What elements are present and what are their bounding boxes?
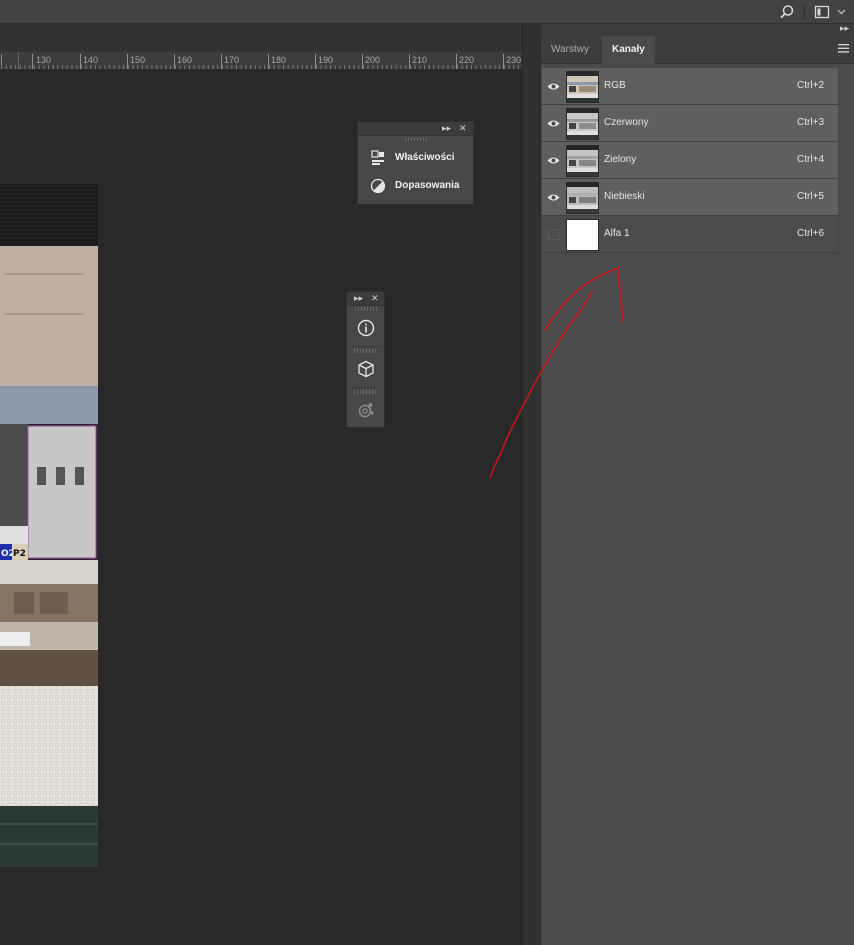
tab-channels[interactable]: Kanały (602, 36, 655, 64)
ruler-label: 160 (177, 55, 193, 65)
channel-thumbnail (566, 145, 599, 177)
channel-shortcut: Ctrl+3 (797, 117, 824, 128)
panel-header[interactable]: ▸▸ ✕ (347, 292, 384, 306)
ruler-label: 130 (36, 55, 52, 65)
visibility-eye-icon[interactable] (542, 179, 564, 215)
vertical-scrollbar[interactable] (522, 24, 541, 945)
channel-row-green[interactable]: Zielony Ctrl+4 (542, 142, 838, 179)
channel-thumbnail (566, 71, 599, 103)
panel-header[interactable]: ▸▸ ✕ (358, 122, 473, 136)
visibility-toggle[interactable] (542, 216, 564, 252)
top-bar (0, 0, 854, 24)
channel-shortcut: Ctrl+4 (797, 154, 824, 165)
horizontal-ruler[interactable]: 130 140 150 160 170 180 190 200 210 220 … (0, 52, 522, 70)
visibility-eye-icon[interactable] (542, 142, 564, 178)
divider (351, 346, 380, 347)
panel-tabs: Warstwy Kanały (541, 36, 854, 64)
channel-row-red[interactable]: Czerwony Ctrl+3 (542, 105, 838, 142)
workspace-icon[interactable] (811, 0, 833, 23)
document-image[interactable]: O2 P2 (0, 184, 98, 867)
info-button[interactable] (347, 310, 384, 346)
ruler-label: 190 (318, 55, 334, 65)
collapse-icon[interactable]: ▸▸ (442, 122, 451, 135)
ruler-label: 220 (459, 55, 475, 65)
3d-button[interactable] (347, 351, 384, 387)
adjustments-icon (369, 177, 386, 194)
3d-scene-button[interactable] (347, 392, 384, 428)
close-icon[interactable]: ✕ (459, 122, 467, 135)
properties-button[interactable]: Właściwości (369, 149, 454, 166)
ruler-ticks (1, 52, 519, 69)
grip-handle[interactable] (404, 137, 427, 141)
ruler-label: 210 (412, 55, 428, 65)
toolbar-divider (804, 3, 805, 20)
ruler-label: 230 (506, 55, 522, 65)
close-icon[interactable]: ✕ (371, 292, 379, 305)
tab-layers[interactable]: Warstwy (541, 36, 599, 63)
ruler-label: 200 (365, 55, 381, 65)
channel-row-blue[interactable]: Niebieski Ctrl+5 (542, 179, 838, 216)
ruler-label: 170 (224, 55, 240, 65)
channels-panel: ▸▸ Warstwy Kanały RGB Ctrl+2 Czerwony Ct… (540, 23, 854, 945)
channel-name: RGB (604, 80, 626, 91)
ruler-label: 180 (271, 55, 287, 65)
3d-scene-icon (358, 403, 374, 418)
channel-thumbnail (566, 108, 599, 140)
channel-name: Czerwony (604, 117, 649, 128)
divider (351, 387, 380, 388)
chevron-down-icon[interactable] (834, 0, 848, 23)
adjustments-button[interactable]: Dopasowania (369, 177, 459, 194)
channel-name: Zielony (604, 154, 637, 165)
search-icon[interactable] (776, 0, 798, 23)
ruler-label: 140 (83, 55, 99, 65)
channel-thumbnail (566, 182, 599, 214)
channel-name: Alfa 1 (604, 228, 630, 239)
visibility-eye-icon[interactable] (542, 68, 564, 104)
options-strip (0, 24, 522, 52)
3d-cube-icon (357, 360, 374, 378)
collapse-icon[interactable]: ▸▸ (840, 23, 849, 34)
ruler-label: 150 (130, 55, 146, 65)
channels-list: RGB Ctrl+2 Czerwony Ctrl+3 Zielony Ctrl+… (542, 68, 838, 253)
panel-menu-icon[interactable] (838, 44, 849, 56)
channel-name: Niebieski (604, 191, 645, 202)
channel-row-alpha[interactable]: Alfa 1 Ctrl+6 (542, 216, 838, 253)
properties-icon (369, 149, 386, 166)
channel-shortcut: Ctrl+5 (797, 191, 824, 202)
info-icon (357, 319, 374, 337)
properties-label: Właściwości (395, 152, 455, 163)
icon-floating-panel: ▸▸ ✕ (346, 291, 385, 428)
panel-collapse-bar[interactable]: ▸▸ (541, 23, 854, 36)
channel-shortcut: Ctrl+2 (797, 80, 824, 91)
visibility-eye-icon[interactable] (542, 105, 564, 141)
channel-shortcut: Ctrl+6 (797, 228, 824, 239)
svg-text:P2: P2 (13, 549, 26, 559)
channel-thumbnail (566, 219, 599, 251)
collapse-icon[interactable]: ▸▸ (354, 292, 363, 305)
properties-floating-panel: ▸▸ ✕ Właściwości Dopasowania (357, 121, 474, 205)
adjustments-label: Dopasowania (395, 180, 460, 191)
channel-row-rgb[interactable]: RGB Ctrl+2 (542, 68, 838, 105)
